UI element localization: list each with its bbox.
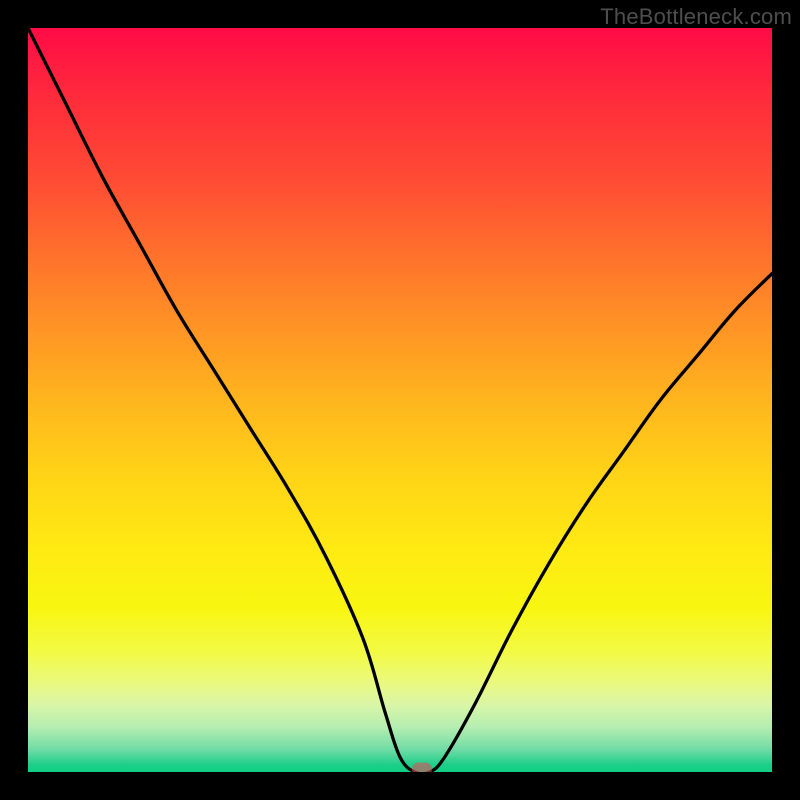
watermark-text: TheBottleneck.com: [600, 4, 792, 30]
bottleneck-curve: [28, 28, 772, 772]
chart-frame: TheBottleneck.com: [0, 0, 800, 800]
optimal-point-marker: [412, 763, 432, 773]
plot-area: [28, 28, 772, 772]
